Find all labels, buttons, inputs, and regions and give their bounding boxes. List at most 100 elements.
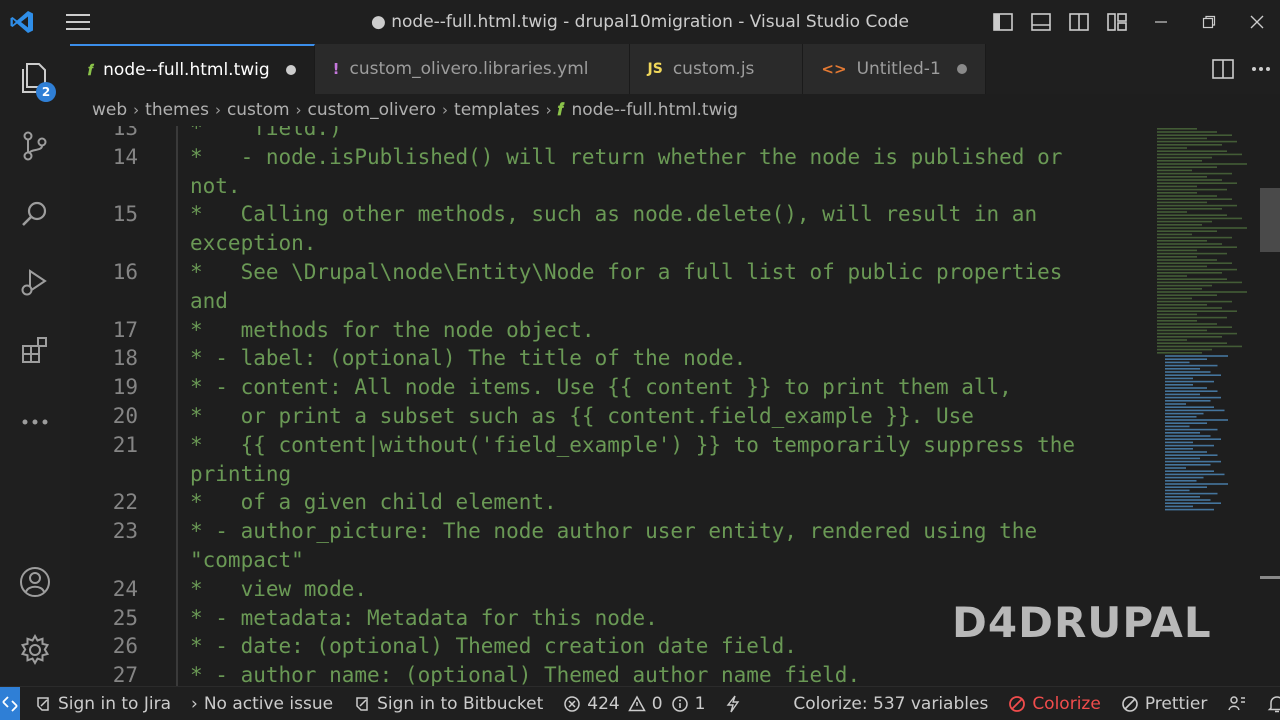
colorize-variables[interactable]: Colorize: 537 variables: [783, 687, 998, 720]
code-line[interactable]: "compact": [190, 548, 304, 572]
scrollbar-marker: [1260, 576, 1280, 579]
line-number: 16: [112, 260, 138, 284]
code-line[interactable]: * - label: (optional) The title of the n…: [190, 346, 746, 370]
unsaved-dot-icon[interactable]: [956, 64, 967, 74]
jira-label: Sign in to Jira: [58, 693, 171, 714]
error-count: 424: [587, 693, 620, 714]
search-icon[interactable]: [0, 182, 70, 246]
split-editor-icon[interactable]: [1204, 44, 1242, 94]
line-number: 14: [112, 144, 138, 169]
breadcrumb-templates[interactable]: templates: [454, 100, 540, 120]
toggle-panel-icon[interactable]: [1022, 0, 1060, 44]
info-icon: [671, 695, 688, 712]
prohibited-icon: [1009, 695, 1026, 712]
active-issue-label: No active issue: [203, 693, 334, 714]
hamburger-menu-icon[interactable]: [56, 0, 100, 44]
code-line[interactable]: and: [190, 289, 228, 313]
bitbucket-icon: [356, 696, 368, 711]
accounts-icon[interactable]: [0, 550, 70, 614]
code-line[interactable]: exception.: [190, 231, 316, 255]
code-line[interactable]: * - date: (optional) Themed creation dat…: [190, 634, 797, 658]
more-actions-icon[interactable]: [1242, 44, 1280, 94]
tab-untitled-1[interactable]: <> Untitled-1: [803, 44, 986, 94]
tab-bar: 𝒇 node--full.html.twig ! custom_olivero.…: [70, 44, 1280, 94]
code-line[interactable]: * or print a subset such as {{ content.f…: [190, 404, 974, 428]
code-line[interactable]: * Calling other methods, such as node.de…: [190, 202, 1037, 226]
source-control-icon[interactable]: [0, 114, 70, 178]
manage-gear-icon[interactable]: [0, 618, 70, 682]
code-line[interactable]: * - content: All node items. Use {{ cont…: [190, 375, 1012, 399]
chevron-right-icon: ›: [191, 693, 198, 714]
toggle-primary-sidebar-icon[interactable]: [984, 0, 1022, 44]
toggle-secondary-sidebar-icon[interactable]: [1060, 0, 1098, 44]
code-line[interactable]: * - metadata: Metadata for this node.: [190, 606, 658, 630]
breadcrumb-themes[interactable]: themes: [145, 100, 209, 120]
problems-indicator[interactable]: 424 0 1: [553, 687, 715, 720]
tab-label: node--full.html.twig: [103, 60, 270, 80]
prettier-status[interactable]: Prettier: [1111, 687, 1218, 720]
code-line[interactable]: * field.): [190, 126, 342, 140]
code-line[interactable]: not.: [190, 174, 241, 198]
code-line[interactable]: * - author_picture: The node author user…: [190, 519, 1037, 543]
tab-label: custom.js: [672, 59, 755, 79]
extensions-icon[interactable]: [0, 318, 70, 382]
lightning-indicator[interactable]: [715, 687, 751, 720]
code-line[interactable]: * - author_name: (optional) Themed autho…: [190, 663, 860, 686]
minimize-icon[interactable]: [1138, 0, 1184, 44]
code-line[interactable]: * methods for the node object.: [190, 318, 595, 342]
colorize-toggle[interactable]: Colorize: [998, 687, 1111, 720]
colorize-label: Colorize: [1032, 693, 1101, 714]
breadcrumb-web[interactable]: web: [92, 100, 127, 120]
code-line[interactable]: * See \Drupal\node\Entity\Node for a ful…: [190, 260, 1062, 284]
unsaved-dot-icon[interactable]: [285, 65, 296, 75]
chevron-right-icon: ›: [545, 101, 552, 119]
yaml-icon: !: [332, 60, 340, 78]
indent-guide: [176, 126, 178, 686]
tab-custom-olivero-libraries-yml[interactable]: ! custom_olivero.libraries.yml: [314, 44, 630, 94]
watermark-logo: D4DRUPAL: [952, 598, 1212, 647]
html-icon: <>: [821, 60, 847, 78]
tab-custom-js[interactable]: JS custom.js: [629, 44, 804, 94]
info-count: 1: [694, 693, 706, 714]
close-icon[interactable]: [1234, 0, 1280, 44]
customize-layout-icon[interactable]: [1098, 0, 1136, 44]
line-number: 21: [112, 432, 138, 457]
breadcrumb-custom-olivero[interactable]: custom_olivero: [308, 100, 437, 120]
twig-icon: 𝒇: [557, 100, 564, 120]
more-views-icon[interactable]: [0, 390, 70, 454]
line-number: 18: [112, 346, 138, 371]
line-number: 13: [112, 126, 138, 140]
bitbucket-sign-in[interactable]: Sign in to Bitbucket: [343, 687, 553, 720]
remote-indicator-icon[interactable]: [0, 686, 20, 720]
code-line[interactable]: * view mode.: [190, 577, 367, 601]
code-line[interactable]: * of a given child element.: [190, 490, 557, 514]
tab-label: custom_olivero.libraries.yml: [349, 59, 589, 79]
vertical-scrollbar[interactable]: [1260, 126, 1280, 686]
tab-node-full-html-twig[interactable]: 𝒇 node--full.html.twig: [70, 44, 315, 94]
restore-icon[interactable]: [1186, 0, 1232, 44]
breadcrumb-custom[interactable]: custom: [227, 100, 290, 120]
code-line[interactable]: * {{ content|without('field_example') }}…: [190, 433, 1075, 457]
lightning-icon: [726, 695, 740, 712]
line-number: 27: [112, 663, 138, 686]
active-issue[interactable]: › No active issue: [181, 687, 343, 720]
chevron-right-icon: ›: [295, 101, 302, 119]
line-number: 15: [112, 202, 138, 227]
scrollbar-thumb[interactable]: [1260, 188, 1280, 252]
line-number: 17: [112, 317, 138, 342]
line-number: 22: [112, 490, 138, 515]
line-number: 24: [112, 576, 138, 601]
jira-icon: [37, 696, 49, 711]
code-line[interactable]: printing: [190, 462, 291, 486]
warning-icon: [627, 694, 646, 711]
explorer-icon[interactable]: 2: [0, 46, 70, 110]
run-debug-icon[interactable]: [0, 250, 70, 314]
colorize-variables-label: Colorize: 537 variables: [793, 693, 989, 714]
breadcrumb-file[interactable]: node--full.html.twig: [572, 100, 739, 120]
notifications-button[interactable]: [1257, 687, 1280, 720]
vscode-logo-icon: [0, 0, 44, 44]
jira-sign-in[interactable]: Sign in to Jira: [24, 687, 181, 720]
code-line[interactable]: * - node.isPublished() will return wheth…: [190, 145, 1062, 169]
feedback-button[interactable]: [1217, 687, 1257, 720]
warning-count: 0: [651, 693, 663, 714]
